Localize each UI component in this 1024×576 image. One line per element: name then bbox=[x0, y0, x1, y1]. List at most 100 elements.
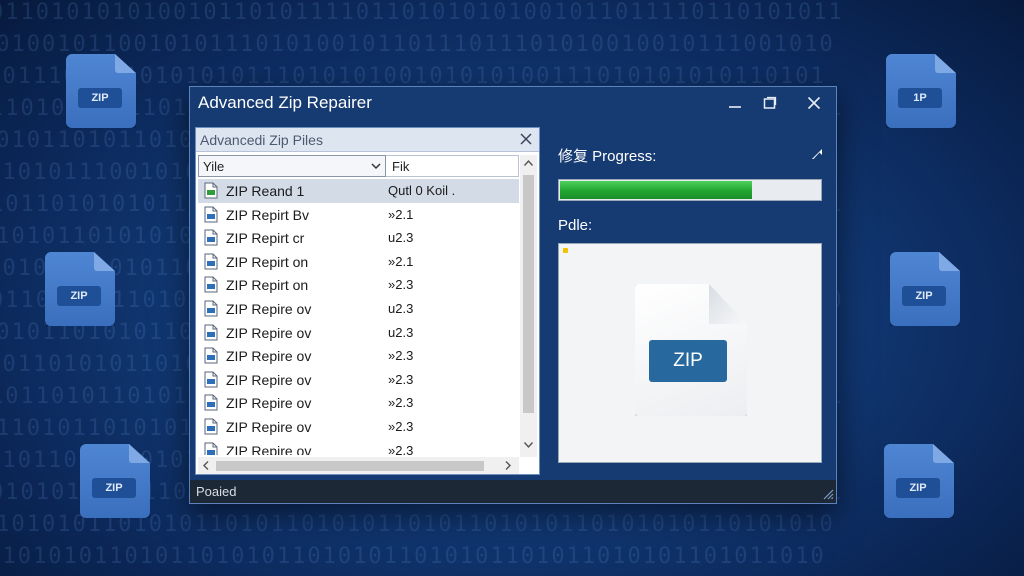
file-list-row[interactable]: ZIP Repire ov »2.3 bbox=[198, 368, 519, 392]
zip-file-tag: ZIP bbox=[649, 340, 727, 382]
background-zip-file-icon: 1P bbox=[886, 54, 956, 128]
background-zip-tag: ZIP bbox=[902, 286, 946, 306]
status-bar: Poaied bbox=[190, 480, 836, 503]
minimize-icon bbox=[729, 106, 741, 108]
preview-label: Pdle: bbox=[558, 217, 593, 234]
file-version: »2.3 bbox=[388, 395, 414, 411]
binary-row: 0110101010100101101011110110101010100101… bbox=[0, 0, 844, 25]
file-list-row[interactable]: ZIP Repire ov »2.3 bbox=[198, 391, 519, 415]
background-zip-tag: ZIP bbox=[57, 286, 101, 306]
file-list-row[interactable]: ZIP Repirt Bv »2.1 bbox=[198, 203, 519, 227]
zip-file-icon bbox=[204, 347, 218, 364]
background-zip-file-icon: ZIP bbox=[80, 444, 150, 518]
window-title: Advanced Zip Repairer bbox=[198, 93, 372, 112]
file-name: ZIP Repire ov bbox=[226, 300, 312, 317]
file-name: ZIP Repire ov bbox=[226, 348, 312, 365]
file-version: »2.1 bbox=[388, 253, 414, 269]
column-version-header[interactable]: Fik bbox=[386, 155, 519, 177]
file-version: »2.3 bbox=[388, 348, 414, 364]
background-zip-file-icon: ZIP bbox=[884, 444, 954, 518]
resize-grip-icon[interactable] bbox=[820, 486, 834, 500]
vertical-scrollbar[interactable] bbox=[520, 155, 537, 457]
background-zip-file-icon: ZIP bbox=[890, 252, 960, 326]
background-zip-tag: ZIP bbox=[92, 478, 136, 498]
binary-row: 0110101011010110101011010101101010110101… bbox=[0, 544, 826, 569]
zip-file-icon bbox=[204, 394, 218, 411]
file-name: ZIP Repirt on bbox=[226, 253, 309, 270]
file-name: ZIP Repirt cr bbox=[226, 230, 305, 247]
horizontal-scroll-thumb[interactable] bbox=[216, 461, 484, 471]
zip-files-panel: Advancedi Zip Piles Yile Fik ZIP Reand 1… bbox=[195, 127, 540, 475]
progress-fill bbox=[560, 181, 752, 199]
file-list-row[interactable]: ZIP Reand 1 Qutl 0 Koil . bbox=[198, 179, 519, 203]
file-version: u2.3 bbox=[388, 324, 414, 340]
file-name: ZIP Repirt on bbox=[226, 277, 309, 294]
column-version-label: Fik bbox=[392, 159, 410, 174]
maximize-button[interactable] bbox=[753, 91, 787, 115]
scroll-down-icon[interactable] bbox=[523, 441, 534, 449]
column-name-dropdown[interactable]: Yile bbox=[198, 155, 386, 177]
file-list-row[interactable]: ZIP Repire ov u2.3 bbox=[198, 297, 519, 321]
zip-file-icon bbox=[204, 276, 218, 293]
app-window: Advanced Zip Repairer Advancedi Zip Pile… bbox=[189, 86, 837, 504]
close-icon bbox=[807, 96, 821, 110]
file-name: ZIP Repirt Bv bbox=[226, 206, 309, 223]
zip-file-icon bbox=[204, 253, 218, 270]
file-name: ZIP Repire ov bbox=[226, 395, 312, 412]
file-version: »2.3 bbox=[388, 442, 414, 455]
zip-file-icon bbox=[204, 442, 218, 455]
scroll-up-icon[interactable] bbox=[523, 159, 534, 167]
progress-bar bbox=[558, 179, 822, 201]
status-text: Poaied bbox=[196, 484, 237, 499]
close-button[interactable] bbox=[797, 91, 831, 115]
zip-file-icon bbox=[204, 418, 218, 435]
zip-file-icon: ZIP bbox=[635, 284, 747, 416]
file-version: Qutl 0 Koil . bbox=[388, 183, 456, 198]
panel-title: Advancedi Zip Piles bbox=[200, 132, 323, 148]
title-bar[interactable]: Advanced Zip Repairer bbox=[190, 87, 836, 119]
file-list-row[interactable]: ZIP Repire ov u2.3 bbox=[198, 321, 519, 345]
zip-file-icon bbox=[204, 300, 218, 317]
file-version: »2.3 bbox=[388, 371, 414, 387]
file-name: ZIP Repire ov bbox=[226, 371, 312, 388]
background-zip-tag: ZIP bbox=[896, 478, 940, 498]
panel-header: Advancedi Zip Piles bbox=[196, 128, 539, 152]
zip-file-icon bbox=[204, 206, 218, 223]
file-version: »2.1 bbox=[388, 206, 414, 222]
zip-file-icon bbox=[204, 371, 218, 388]
file-version: »2.3 bbox=[388, 418, 414, 434]
zip-file-green-icon bbox=[204, 182, 218, 199]
file-version: »2.3 bbox=[388, 277, 414, 293]
file-list-row[interactable]: ZIP Repire ov »2.3 bbox=[198, 415, 519, 439]
file-list-row[interactable]: ZIP Repire ov »2.3 bbox=[198, 344, 519, 368]
zip-file-icon bbox=[204, 229, 218, 246]
column-header: Yile Fik bbox=[198, 155, 519, 177]
preview-pane: ZIP bbox=[558, 243, 822, 463]
file-name: ZIP Repire ov bbox=[226, 442, 312, 455]
background-zip-file-icon: ZIP bbox=[45, 252, 115, 326]
vertical-scroll-thumb[interactable] bbox=[523, 175, 534, 413]
file-version: u2.3 bbox=[388, 230, 414, 246]
scroll-right-icon[interactable] bbox=[504, 460, 512, 471]
horizontal-scrollbar[interactable] bbox=[198, 457, 519, 474]
file-name: ZIP Repire ov bbox=[226, 418, 312, 435]
panel-close-icon[interactable] bbox=[519, 132, 533, 146]
background-zip-tag: 1P bbox=[898, 88, 942, 108]
progress-label: 修复 Progress: bbox=[558, 148, 657, 165]
minimize-button[interactable] bbox=[718, 91, 752, 115]
background-zip-tag: ZIP bbox=[78, 88, 122, 108]
zip-file-icon bbox=[204, 324, 218, 341]
file-list-row[interactable]: ZIP Repirt on »2.3 bbox=[198, 273, 519, 297]
file-list-row[interactable]: ZIP Repirt on »2.1 bbox=[198, 250, 519, 274]
background-zip-file-icon: ZIP bbox=[66, 54, 136, 128]
file-name: ZIP Repire ov bbox=[226, 324, 312, 341]
cursor-arrow-icon bbox=[812, 149, 822, 159]
preview-marker bbox=[563, 248, 568, 253]
column-name-label: Yile bbox=[203, 159, 225, 174]
file-list-row[interactable]: ZIP Repirt cr u2.3 bbox=[198, 226, 519, 250]
restore-icon bbox=[763, 96, 777, 109]
chevron-down-icon bbox=[371, 163, 381, 170]
file-list: ZIP Reand 1 Qutl 0 Koil . ZIP Repirt Bv »2.… bbox=[198, 179, 519, 455]
file-list-row[interactable]: ZIP Repire ov »2.3 bbox=[198, 439, 519, 455]
scroll-left-icon[interactable] bbox=[202, 460, 210, 471]
